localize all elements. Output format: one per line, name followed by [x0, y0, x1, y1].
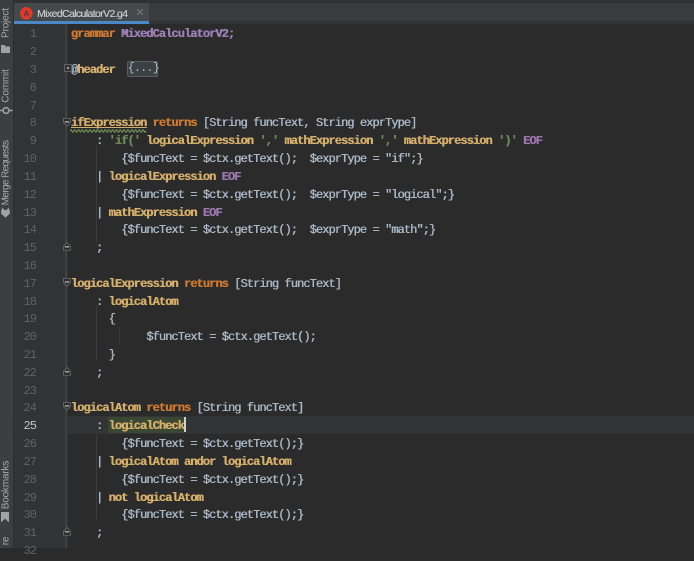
svg-text:A: A: [23, 8, 29, 18]
